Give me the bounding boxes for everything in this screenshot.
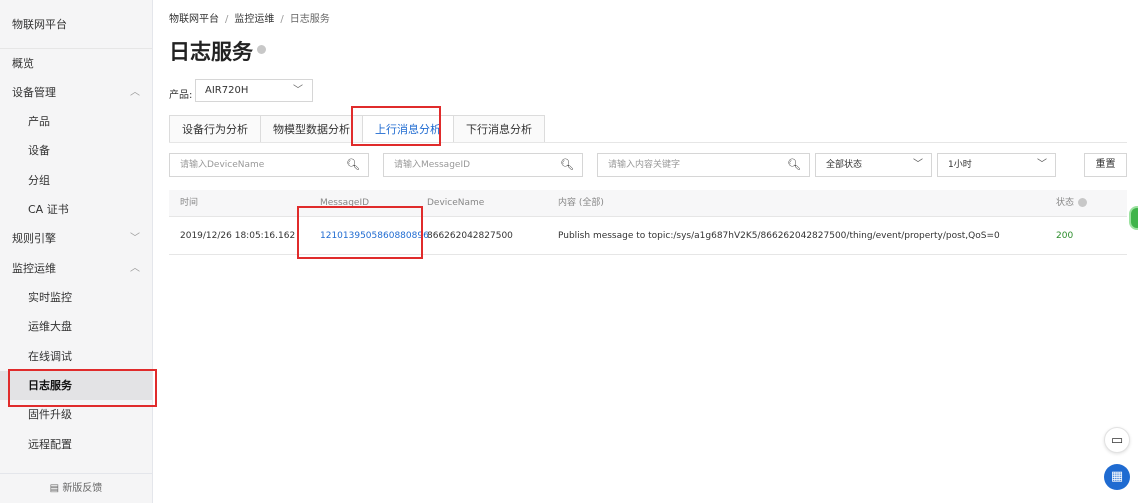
help-icon[interactable] bbox=[257, 45, 266, 54]
sidebar-item-realtime-monitor[interactable]: 实时监控 bbox=[0, 283, 152, 312]
product-select[interactable]: AIR720H ﹀ bbox=[195, 79, 313, 102]
chevron-up-icon: ︿ bbox=[130, 263, 140, 274]
message-id-placeholder: 请输入MessageID bbox=[394, 160, 471, 170]
product-select-value: AIR720H bbox=[205, 85, 249, 96]
search-icon[interactable]: 🔍︎ bbox=[346, 154, 360, 176]
sidebar-item-label: 概览 bbox=[12, 57, 34, 70]
column-header-status: 状态 bbox=[1056, 190, 1088, 217]
search-icon[interactable]: 🔍︎ bbox=[560, 154, 574, 176]
tab-divider bbox=[169, 142, 1127, 143]
sidebar-item-firmware-upgrade[interactable]: 固件升级 bbox=[0, 400, 152, 429]
column-header-device-name: DeviceName bbox=[427, 198, 485, 208]
sidebar-item-label: 设备 bbox=[28, 144, 50, 157]
sidebar-item-label: CA 证书 bbox=[28, 203, 69, 216]
table-row: 2019/12/26 18:05:16.162 1210139505860880… bbox=[169, 217, 1127, 255]
sidebar-item-monitoring[interactable]: 监控运维 ︿ bbox=[0, 254, 152, 283]
cell-status: 200 bbox=[1056, 231, 1074, 241]
status-select-value: 全部状态 bbox=[826, 160, 863, 170]
tab-thing-model-data[interactable]: 物模型数据分析 bbox=[260, 115, 362, 143]
sidebar-item-ops-dashboard[interactable]: 运维大盘 bbox=[0, 312, 152, 341]
keyword-input[interactable]: 请输入内容关键字 🔍︎ bbox=[597, 153, 810, 177]
apps-icon[interactable]: ▦ bbox=[1104, 464, 1130, 490]
sidebar-item-overview[interactable]: 概览 bbox=[0, 49, 152, 78]
reset-button[interactable]: 重置 bbox=[1084, 153, 1127, 177]
cell-device-name: 866262042827500 bbox=[427, 231, 513, 241]
sidebar-item-label: 远程配置 bbox=[28, 438, 72, 451]
device-name-placeholder: 请输入DeviceName bbox=[180, 160, 265, 170]
sidebar-item-device[interactable]: 设备 bbox=[0, 136, 152, 165]
feedback-label: 新版反馈 bbox=[62, 483, 103, 494]
breadcrumb-separator: / bbox=[280, 14, 284, 25]
breadcrumb-separator: / bbox=[225, 14, 229, 25]
sidebar-item-device-management[interactable]: 设备管理 ︿ bbox=[0, 78, 152, 107]
help-icon[interactable] bbox=[1078, 198, 1088, 207]
sidebar-item-label: 分组 bbox=[28, 174, 50, 187]
sidebar-item-log-service[interactable]: 日志服务 bbox=[0, 371, 152, 400]
sidebar-item-label: 固件升级 bbox=[28, 408, 72, 421]
sidebar-item-label: 规则引擎 bbox=[12, 232, 56, 245]
sidebar-item-label: 实时监控 bbox=[28, 291, 72, 304]
chat-icon[interactable]: ▭ bbox=[1104, 427, 1130, 453]
feedback-link[interactable]: ▤ 新版反馈 bbox=[0, 473, 152, 503]
column-header-content[interactable]: 内容 (全部) bbox=[558, 190, 604, 217]
main-content: 物联网平台 / 监控运维 / 日志服务 日志服务 产品: AIR720H ﹀ 设备行为分… bbox=[153, 0, 1138, 503]
feedback-icon: ▤ bbox=[49, 483, 60, 494]
chevron-down-icon: ﹀ bbox=[293, 85, 303, 96]
cell-message-id-link[interactable]: 1210139505860880896 bbox=[320, 217, 429, 255]
chevron-down-icon: ﹀ bbox=[913, 159, 923, 170]
chevron-down-icon: ﹀ bbox=[130, 233, 140, 244]
chevron-down-icon: ﹀ bbox=[1037, 159, 1047, 170]
sidebar-item-label: 设备管理 bbox=[12, 86, 56, 99]
sidebar-item-ca-cert[interactable]: CA 证书 bbox=[0, 195, 152, 224]
time-range-select[interactable]: 1小时 ﹀ bbox=[937, 153, 1056, 177]
floating-edge-icon[interactable] bbox=[1129, 206, 1138, 230]
breadcrumb-current: 日志服务 bbox=[289, 14, 330, 25]
column-header-time: 时间 bbox=[180, 198, 199, 208]
tab-downstream-messages[interactable]: 下行消息分析 bbox=[453, 115, 545, 143]
sidebar-item-label: 监控运维 bbox=[12, 262, 56, 275]
breadcrumb: 物联网平台 / 监控运维 / 日志服务 bbox=[169, 10, 330, 25]
status-select[interactable]: 全部状态 ﹀ bbox=[815, 153, 932, 177]
tab-device-behavior[interactable]: 设备行为分析 bbox=[169, 115, 260, 143]
device-name-input[interactable]: 请输入DeviceName 🔍︎ bbox=[169, 153, 369, 177]
search-icon[interactable]: 🔍︎ bbox=[787, 154, 801, 176]
page-title: 日志服务 bbox=[169, 40, 253, 64]
breadcrumb-item[interactable]: 监控运维 bbox=[234, 14, 274, 25]
message-id-input[interactable]: 请输入MessageID 🔍︎ bbox=[383, 153, 583, 177]
sidebar-item-label: 在线调试 bbox=[28, 350, 72, 363]
table-header: 时间 MessageID DeviceName 内容 (全部) 状态 bbox=[169, 190, 1127, 217]
sidebar-item-group[interactable]: 分组 bbox=[0, 166, 152, 195]
chevron-up-icon: ︿ bbox=[130, 87, 140, 98]
sidebar-item-online-debug[interactable]: 在线调试 bbox=[0, 342, 152, 371]
tab-bar: 设备行为分析 物模型数据分析 上行消息分析 下行消息分析 bbox=[169, 115, 545, 143]
sidebar-item-label: 日志服务 bbox=[28, 379, 72, 392]
breadcrumb-item[interactable]: 物联网平台 bbox=[169, 14, 219, 25]
product-label: 产品: bbox=[169, 90, 193, 101]
column-header-message-id: MessageID bbox=[320, 198, 370, 208]
status-header-label: 状态 bbox=[1056, 198, 1075, 208]
keyword-placeholder: 请输入内容关键字 bbox=[608, 160, 681, 170]
cell-time: 2019/12/26 18:05:16.162 bbox=[180, 231, 296, 241]
sidebar-item-product[interactable]: 产品 bbox=[0, 107, 152, 136]
sidebar-item-rule-engine[interactable]: 规则引擎 ﹀ bbox=[0, 224, 152, 253]
sidebar-item-remote-config[interactable]: 远程配置 bbox=[0, 430, 152, 459]
time-range-value: 1小时 bbox=[948, 160, 972, 170]
sidebar-item-label: 运维大盘 bbox=[28, 320, 72, 333]
tab-upstream-messages[interactable]: 上行消息分析 bbox=[362, 115, 453, 143]
sidebar-item-label: 产品 bbox=[28, 115, 50, 128]
sidebar-title: 物联网平台 bbox=[0, 0, 152, 49]
cell-content: Publish message to topic:/sys/a1g687hV2K… bbox=[558, 231, 1000, 241]
sidebar: 物联网平台 概览 设备管理 ︿ 产品 设备 分组 CA 证书 规则引擎 ﹀ 监控运维… bbox=[0, 0, 153, 503]
